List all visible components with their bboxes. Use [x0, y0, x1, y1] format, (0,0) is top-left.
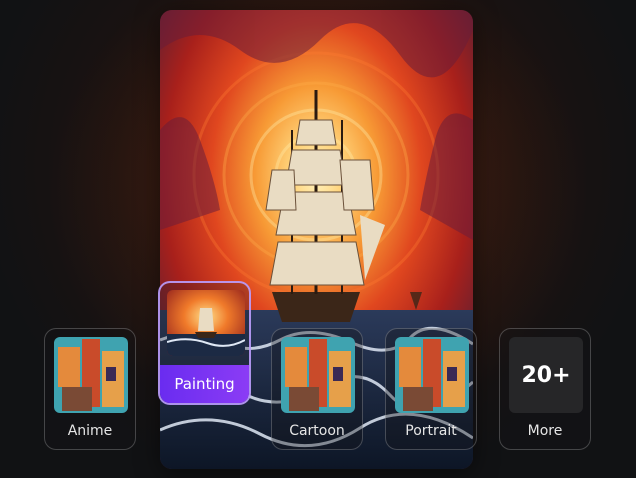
style-card-painting[interactable]: Painting — [158, 281, 251, 405]
more-styles-button[interactable]: 20+ More — [499, 328, 591, 450]
more-label: More — [527, 423, 563, 439]
building-thumb-icon — [395, 337, 469, 413]
style-card-anime[interactable]: Anime — [44, 328, 136, 450]
style-card-portrait[interactable]: Portrait — [385, 328, 477, 450]
style-card-cartoon[interactable]: Cartoon — [271, 328, 363, 450]
style-card-label: Portrait — [405, 423, 457, 439]
ship-thumb-icon — [167, 290, 245, 356]
style-card-label: Painting — [160, 365, 249, 403]
style-card-label: Cartoon — [289, 423, 345, 439]
building-thumb-icon — [281, 337, 355, 413]
building-thumb-icon — [54, 337, 128, 413]
more-count: 20+ — [521, 362, 571, 388]
style-card-label: Anime — [67, 423, 113, 439]
more-tile: 20+ — [509, 337, 583, 413]
